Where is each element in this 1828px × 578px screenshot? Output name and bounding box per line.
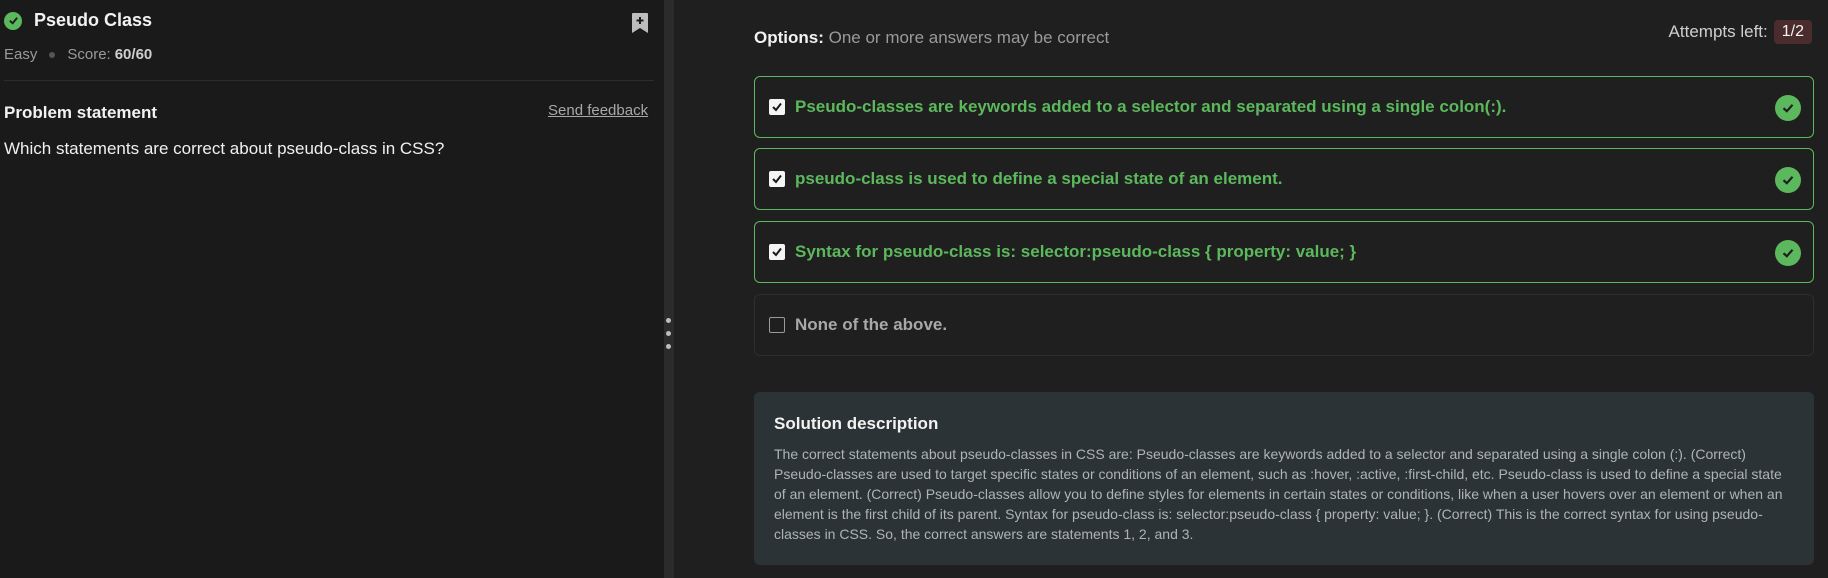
option-1[interactable]: Pseudo-classes are keywords added to a s…: [754, 76, 1814, 138]
attempts-indicator: Attempts left: 1/2: [1669, 20, 1812, 44]
send-feedback-link[interactable]: Send feedback: [548, 102, 648, 119]
checkbox-checked-icon[interactable]: [769, 171, 785, 187]
problem-title: Pseudo Class: [34, 10, 153, 30]
problem-statement-heading: Problem statement: [4, 103, 158, 122]
solution-text: The correct statements about pseudo-clas…: [774, 446, 1783, 542]
problem-panel: Pseudo Class Easy Score: 60/60 Problem s…: [0, 0, 664, 578]
option-label: None of the above.: [795, 315, 948, 334]
solution-heading: Solution description: [774, 414, 939, 433]
problem-title-row: Pseudo Class: [4, 10, 152, 31]
correct-check-icon: [1775, 240, 1801, 266]
panel-divider[interactable]: [664, 0, 674, 578]
option-2[interactable]: pseudo-class is used to define a special…: [754, 148, 1814, 210]
options-header: Options: One or more answers may be corr…: [754, 28, 1109, 48]
score-value: 60/60: [114, 46, 153, 63]
solved-check-icon: [4, 11, 22, 30]
option-label: Syntax for pseudo-class is: selector:pse…: [795, 242, 1357, 261]
option-3[interactable]: Syntax for pseudo-class is: selector:pse…: [754, 221, 1814, 283]
difficulty-label: Easy: [4, 46, 38, 63]
drag-handle-icon[interactable]: [666, 318, 672, 357]
option-label: pseudo-class is used to define a special…: [795, 169, 1283, 188]
bookmark-plus-icon[interactable]: [630, 12, 650, 34]
score-label: Score:: [67, 46, 111, 63]
option-4[interactable]: None of the above.: [754, 294, 1814, 356]
separator-dot: [49, 51, 56, 58]
problem-question: Which statements are correct about pseud…: [4, 139, 445, 158]
checkbox-checked-icon[interactable]: [769, 99, 785, 115]
checkbox-checked-icon[interactable]: [769, 244, 785, 260]
solution-box: Solution description The correct stateme…: [754, 392, 1814, 565]
attempts-badge: 1/2: [1773, 20, 1812, 44]
correct-check-icon: [1775, 95, 1801, 121]
divider-line: [4, 80, 654, 81]
options-hint: One or more answers may be correct: [828, 28, 1110, 47]
option-label: Pseudo-classes are keywords added to a s…: [795, 97, 1507, 116]
correct-check-icon: [1775, 167, 1801, 193]
problem-meta: Easy Score: 60/60: [4, 46, 152, 63]
options-panel: Options: One or more answers may be corr…: [674, 0, 1828, 578]
options-label: Options:: [754, 28, 824, 47]
checkbox-empty-icon[interactable]: [769, 317, 785, 333]
attempts-label: Attempts left:: [1668, 22, 1768, 41]
